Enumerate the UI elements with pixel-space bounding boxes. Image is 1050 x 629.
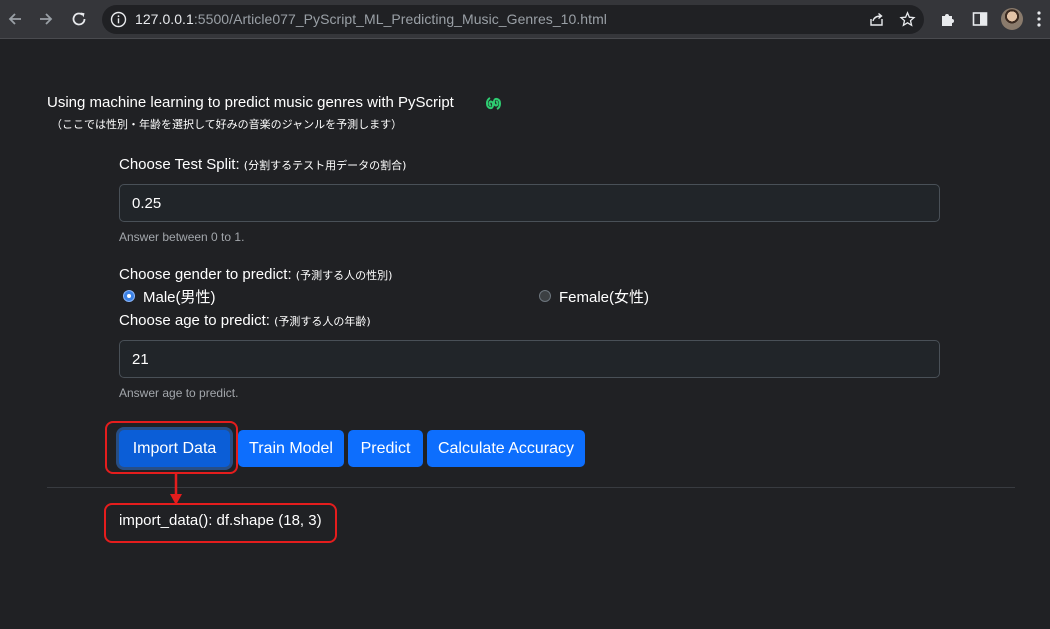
gender-label-text: Choose gender to predict: (119, 266, 292, 283)
page-title: Using machine learning to predict music … (47, 94, 454, 111)
extensions-icon[interactable] (939, 10, 957, 28)
gender-option-male[interactable]: Male(男性) (123, 286, 216, 306)
page-subtitle: （ここでは性別・年齢を選択して好みの音楽のジャンルを予測します） (51, 118, 403, 131)
age-help: Answer age to predict. (119, 386, 239, 400)
age-input[interactable] (119, 340, 940, 378)
predict-button[interactable]: Predict (348, 430, 423, 467)
female-radio[interactable] (539, 290, 551, 302)
gender-option-female[interactable]: Female(女性) (539, 286, 649, 306)
gender-label-note: (予測する人の性別) (295, 269, 393, 282)
output-highlight (104, 503, 337, 543)
male-radio[interactable] (123, 290, 135, 302)
info-icon[interactable] (110, 11, 127, 28)
male-radio-label: Male(男性) (143, 288, 216, 306)
share-icon[interactable] (868, 11, 885, 28)
test-split-label-text: Choose Test Split: (119, 156, 240, 173)
url-host: 127.0.0.1 (135, 11, 194, 27)
calculate-accuracy-button[interactable]: Calculate Accuracy (427, 430, 585, 467)
test-split-label-note: (分割するテスト用データの割合) (243, 159, 407, 172)
address-bar[interactable]: 127.0.0.1:5500/Article077_PyScript_ML_Pr… (102, 5, 924, 34)
side-panel-icon[interactable] (971, 10, 989, 28)
divider (47, 487, 1015, 488)
back-icon[interactable] (4, 8, 26, 30)
browser-toolbar: 127.0.0.1:5500/Article077_PyScript_ML_Pr… (0, 0, 1050, 39)
train-model-button[interactable]: Train Model (238, 430, 344, 467)
test-split-input[interactable] (119, 184, 940, 222)
import-button-highlight (105, 421, 238, 474)
gender-label: Choose gender to predict: (予測する人の性別) (119, 266, 392, 283)
url-path: :5500/Article077_PyScript_ML_Predicting_… (193, 11, 607, 27)
forward-icon[interactable] (35, 8, 57, 30)
pyscript-logo-icon (486, 97, 501, 110)
reload-icon[interactable] (68, 8, 90, 30)
age-label-note: (予測する人の年齢) (274, 315, 371, 328)
profile-avatar[interactable] (1001, 8, 1023, 30)
url-text[interactable]: 127.0.0.1:5500/Article077_PyScript_ML_Pr… (135, 11, 607, 27)
bookmark-star-icon[interactable] (899, 11, 916, 28)
age-label: Choose age to predict: (予測する人の年齢) (119, 312, 371, 329)
menu-icon[interactable] (1030, 9, 1048, 29)
female-radio-label: Female(女性) (559, 288, 650, 306)
test-split-label: Choose Test Split: (分割するテスト用データの割合) (119, 156, 406, 173)
age-label-text: Choose age to predict: (119, 312, 270, 329)
test-split-help: Answer between 0 to 1. (119, 230, 245, 244)
